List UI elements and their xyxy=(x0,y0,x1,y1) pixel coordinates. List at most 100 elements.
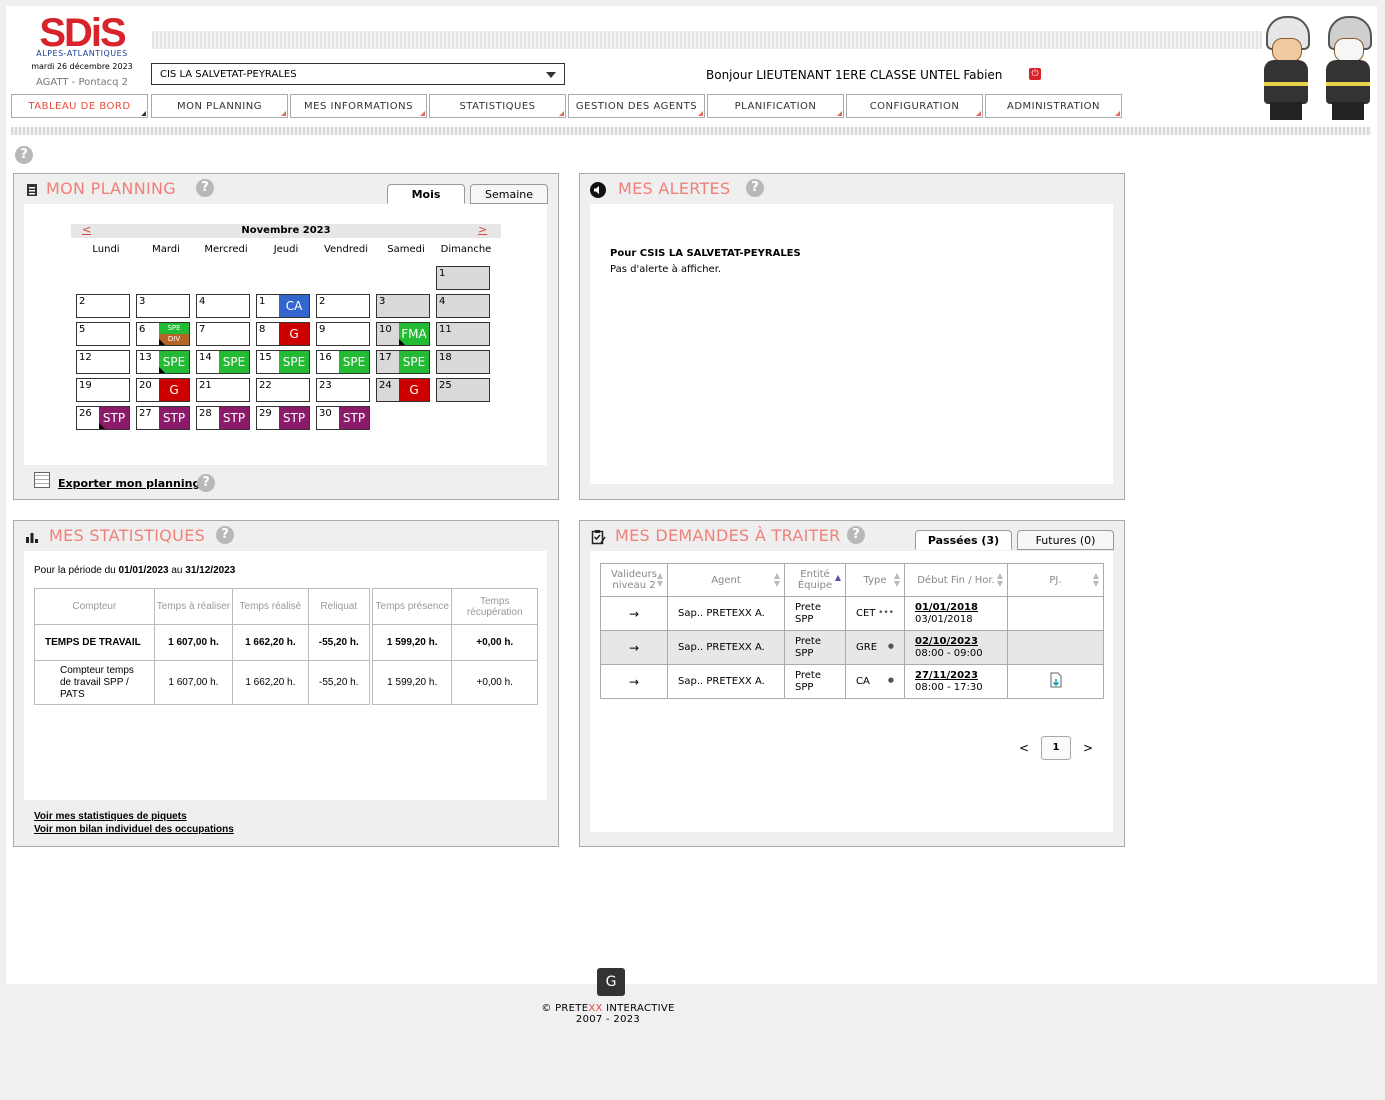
calendar-day[interactable]: 4 xyxy=(436,294,490,318)
col-agent[interactable]: Agent ▲ ▼ xyxy=(667,563,785,597)
calendar-day[interactable]: 21 xyxy=(196,378,250,402)
calendar-event[interactable]: FMA xyxy=(399,323,429,345)
pager-prev[interactable]: < xyxy=(1019,741,1029,755)
calendar-day[interactable]: 30 STP xyxy=(316,406,370,430)
calendar-day[interactable]: 28 STP xyxy=(196,406,250,430)
calendar-event[interactable]: STP xyxy=(219,407,249,429)
calendar-day[interactable]: 12 xyxy=(76,350,130,374)
nav-tableau-de-bord[interactable]: TABLEAU DE BORD xyxy=(11,94,148,118)
calendar-day[interactable]: 5 xyxy=(76,322,130,346)
calendar-event[interactable]: SPE xyxy=(279,351,309,373)
help-icon[interactable]: ? xyxy=(847,526,865,544)
next-month-link[interactable]: > xyxy=(478,223,487,236)
table-row[interactable]: → Sap.. PRETEXX A. Prete SPP GRE ● 02/10/2023 0… xyxy=(600,630,1104,665)
nav-configuration[interactable]: CONFIGURATION xyxy=(846,94,983,118)
tab-semaine[interactable]: Semaine xyxy=(470,184,548,204)
calendar-event[interactable]: G xyxy=(399,379,429,401)
calendar-day[interactable]: 19 xyxy=(76,378,130,402)
nav-statistiques[interactable]: STATISTIQUES xyxy=(429,94,566,118)
firefighter-mascot-icon xyxy=(1320,16,1376,120)
tab-mois[interactable]: Mois xyxy=(387,184,465,204)
pager-next[interactable]: > xyxy=(1083,741,1093,755)
centre-select[interactable]: CIS LA SALVETAT-PEYRALES xyxy=(151,63,565,85)
calendar-day[interactable]: 8G xyxy=(256,322,310,346)
prev-month-link[interactable]: < xyxy=(82,223,91,236)
col-entite[interactable]: Entité Équipe ▲ xyxy=(784,563,846,597)
help-icon[interactable]: ? xyxy=(197,474,215,492)
calendar-day[interactable]: 1 xyxy=(436,266,490,290)
calendar-day[interactable]: 11 xyxy=(436,322,490,346)
row-arrow-icon[interactable]: → xyxy=(600,630,668,665)
calendar-day[interactable]: 23 xyxy=(316,378,370,402)
row-type: CET ••• xyxy=(845,596,905,631)
calendar-day[interactable]: 10 FMA xyxy=(376,322,430,346)
calendar-event[interactable]: SPE xyxy=(399,351,429,373)
table-row[interactable]: → Sap.. PRETEXX A. Prete SPP CET ••• 01/01/201… xyxy=(600,596,1104,631)
row-arrow-icon[interactable]: → xyxy=(600,664,668,699)
calendar-day[interactable]: 18 xyxy=(436,350,490,374)
calendar-day[interactable]: 29 STP xyxy=(256,406,310,430)
calendar-day[interactable]: 3 xyxy=(376,294,430,318)
tab-passees[interactable]: Passées (3) xyxy=(915,530,1012,550)
calendar-event[interactable]: SPE xyxy=(159,323,189,334)
nav-gestion-des-agents[interactable]: GESTION DES AGENTS xyxy=(568,94,705,118)
col-compteur: Compteur xyxy=(34,588,155,625)
help-icon[interactable]: ? xyxy=(216,526,234,544)
calendar-event[interactable]: STP xyxy=(99,407,129,429)
pager-page-1[interactable]: 1 xyxy=(1041,736,1071,760)
calendar-day[interactable]: 7 xyxy=(196,322,250,346)
calendar-event[interactable]: STP xyxy=(339,407,369,429)
sdis-logo[interactable]: SDiS xyxy=(30,12,134,54)
calendar-day[interactable]: 3 xyxy=(136,294,190,318)
calendar-event[interactable]: SPE xyxy=(339,351,369,373)
col-valideurs[interactable]: Valideurs niveau 2 ▲ ▼ xyxy=(600,563,668,597)
calendar-day[interactable]: 13 SPE xyxy=(136,350,190,374)
calendar-day[interactable]: 2 xyxy=(76,294,130,318)
calendar-day[interactable]: 14 SPE xyxy=(196,350,250,374)
calendar-day[interactable]: 16 SPE xyxy=(316,350,370,374)
calendar-event[interactable]: SPE xyxy=(219,351,249,373)
calendar-day[interactable]: 17 SPE xyxy=(376,350,430,374)
attachment-icon[interactable] xyxy=(1050,672,1062,688)
calendar-day[interactable]: 1 CA xyxy=(256,294,310,318)
col-debut[interactable]: Début Fin / Hor. ▲ ▼ xyxy=(904,563,1008,597)
col-type[interactable]: Type ▲ ▼ xyxy=(845,563,905,597)
calendar-event[interactable]: STP xyxy=(279,407,309,429)
help-icon[interactable]: ? xyxy=(15,146,33,164)
calendar-event[interactable]: CA xyxy=(279,295,309,317)
power-icon[interactable]: ⏻ xyxy=(1029,68,1041,80)
stats-piquets-link[interactable]: Voir mes statistiques de piquets xyxy=(34,811,187,822)
calendar-day[interactable]: 24 G xyxy=(376,378,430,402)
calendar-event[interactable]: G xyxy=(279,323,309,345)
help-icon[interactable]: ? xyxy=(196,179,214,197)
nav-planification[interactable]: PLANIFICATION xyxy=(707,94,844,118)
table-row[interactable]: → Sap.. PRETEXX A. Prete SPP CA ● 27/11/2023 08… xyxy=(600,664,1104,699)
export-planning-link[interactable]: Exporter mon planning xyxy=(58,477,200,490)
row-pj[interactable] xyxy=(1007,664,1104,699)
nav-mon-planning[interactable]: MON PLANNING xyxy=(151,94,288,118)
day-number: 9 xyxy=(319,324,326,335)
calendar-day[interactable]: 9 xyxy=(316,322,370,346)
help-icon[interactable]: ? xyxy=(746,179,764,197)
weekday-0: Lundi xyxy=(92,244,120,255)
bilan-occupations-link[interactable]: Voir mon bilan individuel des occupation… xyxy=(34,824,234,835)
calendar-day[interactable]: 20 G xyxy=(136,378,190,402)
calendar-day[interactable]: 27 STP xyxy=(136,406,190,430)
calendar-day[interactable]: 25 xyxy=(436,378,490,402)
col-pj[interactable]: PJ. ▲ ▼ xyxy=(1007,563,1104,597)
calendar-event[interactable]: SPE xyxy=(159,351,189,373)
calendar-event[interactable]: G xyxy=(159,379,189,401)
nav-administration[interactable]: ADMINISTRATION xyxy=(985,94,1122,118)
calendar-day[interactable]: 22 xyxy=(256,378,310,402)
calendar-day[interactable]: 6 SPE DIV xyxy=(136,322,190,346)
calendar-day[interactable]: 26 STP xyxy=(76,406,130,430)
tab-futures[interactable]: Futures (0) xyxy=(1017,530,1114,550)
calendar-day[interactable]: 2 xyxy=(316,294,370,318)
nav-mes-informations[interactable]: MES INFORMATIONS xyxy=(290,94,427,118)
calendar-day[interactable]: 15 SPE xyxy=(256,350,310,374)
calendar-event[interactable]: STP xyxy=(159,407,189,429)
calendar-day[interactable]: 4 xyxy=(196,294,250,318)
stats-table: Compteur Temps à réaliser Temps réalisé … xyxy=(34,588,538,705)
row-arrow-icon[interactable]: → xyxy=(600,596,668,631)
calendar-event[interactable]: DIV xyxy=(159,334,189,345)
